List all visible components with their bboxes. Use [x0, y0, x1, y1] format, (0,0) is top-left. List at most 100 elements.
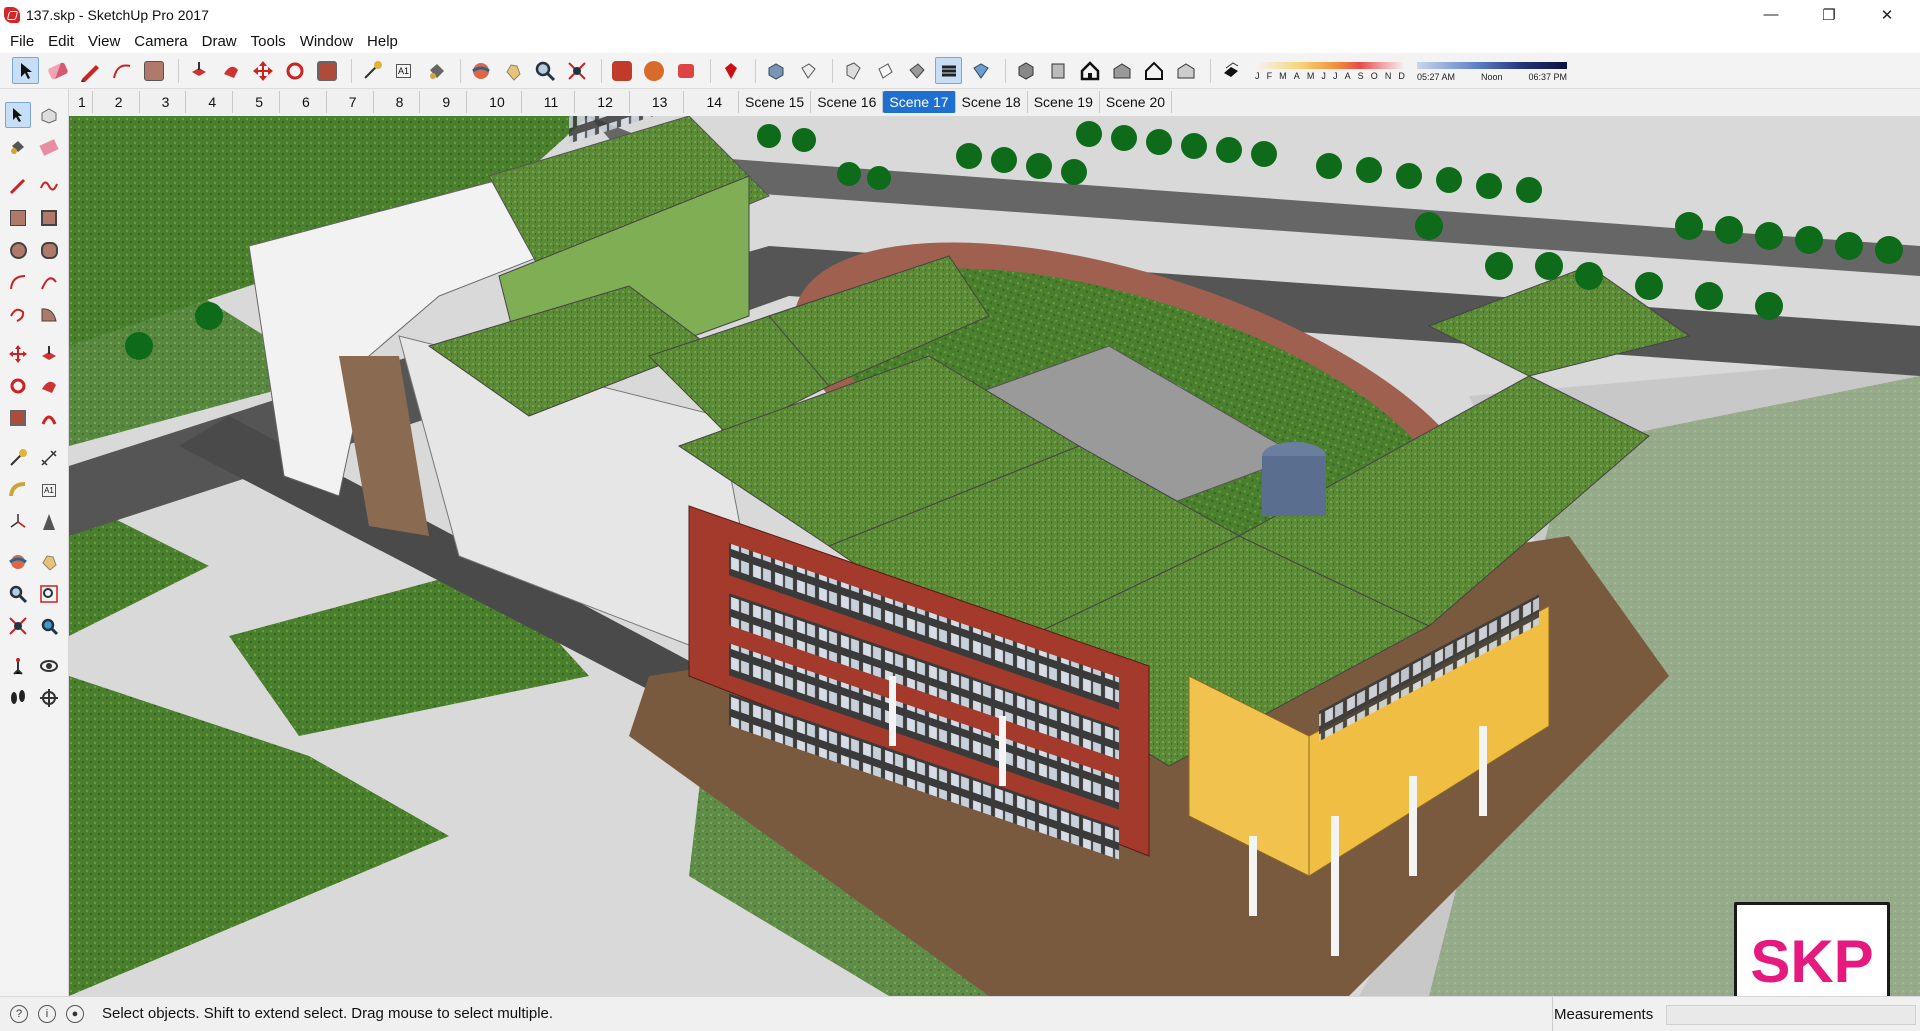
shadow-month-slider[interactable]: J F M A M J J A S O N D	[1255, 57, 1405, 85]
house-outline-icon[interactable]	[1140, 57, 1167, 84]
top-view-icon[interactable]	[794, 57, 821, 84]
freehand-tool-icon[interactable]	[36, 173, 62, 199]
bottom-view-icon[interactable]	[967, 57, 994, 84]
scene-tab[interactable]: 13	[630, 91, 685, 113]
menu-window[interactable]: Window	[294, 31, 359, 52]
menu-help[interactable]: Help	[361, 31, 404, 52]
user-account-icon[interactable]: ●	[66, 1004, 84, 1023]
scene-tab[interactable]: 2	[93, 91, 140, 113]
close-button[interactable]: ✕	[1864, 0, 1910, 29]
credits-info-icon[interactable]: i	[38, 1004, 56, 1023]
shadows-toggle-icon[interactable]	[1217, 57, 1244, 84]
components-icon[interactable]	[672, 57, 699, 84]
scene-tab[interactable]: 1	[72, 91, 93, 113]
pencil-tool-icon[interactable]	[76, 57, 103, 84]
polygon-tool-icon[interactable]	[36, 237, 62, 263]
scene-tab-active[interactable]: Scene 17	[883, 91, 956, 113]
two-point-arc-icon[interactable]	[36, 269, 62, 295]
tape-measure-icon[interactable]	[5, 445, 31, 471]
minimize-button[interactable]: —	[1748, 0, 1794, 29]
follow-me-tool-icon[interactable]	[36, 373, 62, 399]
zoom-tool-icon[interactable]	[531, 57, 558, 84]
rectangle-tool-icon[interactable]	[5, 205, 31, 231]
three-point-arc-icon[interactable]	[5, 301, 31, 327]
scene-tab[interactable]: 3	[140, 91, 187, 113]
paint-bucket-icon[interactable]	[5, 134, 31, 160]
scene-tab[interactable]: 10	[467, 91, 522, 113]
scene-tab[interactable]: 14	[684, 91, 740, 113]
walk-tool-icon[interactable]	[5, 685, 31, 711]
scene-tab[interactable]: 6	[280, 91, 327, 113]
look-around-icon[interactable]	[36, 653, 62, 679]
rotate-tool-icon[interactable]	[281, 57, 308, 84]
protractor-icon[interactable]	[5, 477, 31, 503]
wireframe-style-icon[interactable]	[1012, 57, 1039, 84]
scene-tab[interactable]: Scene 19	[1028, 91, 1100, 113]
scene-tab[interactable]: 4	[186, 91, 234, 113]
make-component-icon[interactable]	[36, 102, 62, 128]
shadow-time-slider[interactable]: 05:27 AM Noon 06:37 PM	[1417, 57, 1567, 85]
measurements-input[interactable]	[1666, 1005, 1916, 1025]
back-view-icon[interactable]	[903, 57, 930, 84]
scene-tab[interactable]: 7	[327, 91, 374, 113]
front-view-icon[interactable]	[839, 57, 866, 84]
previous-view-icon[interactable]	[36, 613, 62, 639]
scene-tab[interactable]: 8	[374, 91, 421, 113]
menu-view[interactable]: View	[82, 31, 126, 52]
follow-me-tool-icon[interactable]	[217, 57, 244, 84]
orbit-tool-icon[interactable]	[467, 57, 494, 84]
push-pull-tool-icon[interactable]	[36, 341, 62, 367]
text-tool-icon[interactable]: A1	[390, 57, 417, 84]
house-icon[interactable]	[1076, 57, 1103, 84]
maximize-button[interactable]: ❐	[1806, 0, 1852, 29]
ruby-console-icon[interactable]	[717, 57, 744, 84]
arc-tool-icon[interactable]	[5, 269, 31, 295]
move-tool-icon[interactable]	[249, 57, 276, 84]
scene-tab[interactable]: 5	[233, 91, 280, 113]
circle-tool-icon[interactable]	[5, 237, 31, 263]
move-tool-icon[interactable]	[5, 341, 31, 367]
pan-tool-icon[interactable]	[36, 549, 62, 575]
line-tool-icon[interactable]	[5, 173, 31, 199]
menu-edit[interactable]: Edit	[42, 31, 80, 52]
rotated-rectangle-icon[interactable]	[36, 205, 62, 231]
position-camera-icon[interactable]	[5, 653, 31, 679]
zoom-extents-icon[interactable]	[5, 613, 31, 639]
paint-bucket-tool-icon[interactable]	[422, 57, 449, 84]
scene-tab[interactable]: 9	[420, 91, 468, 113]
extension-warehouse-icon[interactable]	[640, 57, 667, 84]
left-view-icon[interactable]	[935, 57, 962, 84]
zoom-window-icon[interactable]	[36, 581, 62, 607]
scale-tool-icon[interactable]	[313, 57, 340, 84]
scene-tab[interactable]: Scene 20	[1100, 91, 1173, 113]
zoom-tool-icon[interactable]	[5, 581, 31, 607]
monochrome-style-icon[interactable]	[1172, 57, 1199, 84]
hidden-line-style-icon[interactable]	[1044, 57, 1071, 84]
geo-location-icon[interactable]: ?	[10, 1004, 28, 1023]
scene-tab[interactable]: 12	[575, 91, 630, 113]
zoom-extents-tool-icon[interactable]	[563, 57, 590, 84]
scene-tab[interactable]: Scene 15	[739, 91, 812, 113]
3d-warehouse-icon[interactable]	[608, 57, 635, 84]
model-viewport[interactable]	[69, 116, 1920, 996]
arc-tool-icon[interactable]	[108, 57, 135, 84]
pan-tool-icon[interactable]	[499, 57, 526, 84]
orbit-tool-icon[interactable]	[5, 549, 31, 575]
tape-measure-tool-icon[interactable]	[358, 57, 385, 84]
select-tool-icon[interactable]	[5, 102, 31, 128]
scene-tab[interactable]: Scene 16	[811, 91, 884, 113]
iso-view-icon[interactable]	[762, 57, 789, 84]
dimension-tool-icon[interactable]	[36, 445, 62, 471]
pie-tool-icon[interactable]	[36, 301, 62, 327]
rectangle-tool-icon[interactable]	[140, 57, 167, 84]
menu-tools[interactable]: Tools	[245, 31, 292, 52]
eraser-tool-icon[interactable]	[44, 57, 71, 84]
eraser-icon[interactable]	[36, 134, 62, 160]
menu-file[interactable]: File	[4, 31, 40, 52]
rotate-tool-icon[interactable]	[5, 373, 31, 399]
scene-tab[interactable]: 11	[522, 91, 576, 113]
menu-draw[interactable]: Draw	[196, 31, 243, 52]
menu-camera[interactable]: Camera	[128, 31, 193, 52]
select-tool-icon[interactable]	[12, 57, 39, 84]
offset-tool-icon[interactable]	[36, 405, 62, 431]
